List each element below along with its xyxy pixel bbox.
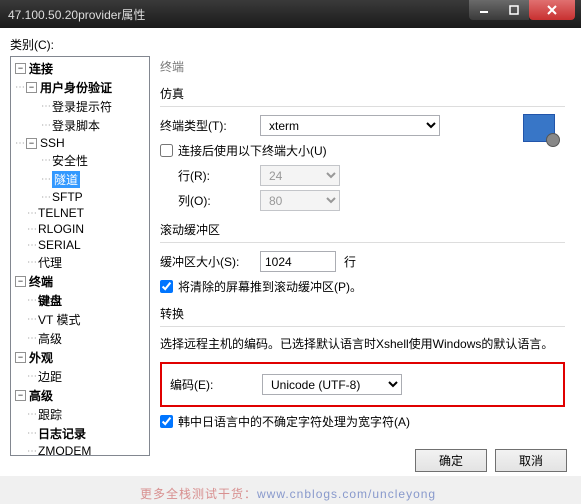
- tree-proxy[interactable]: ⋯代理: [11, 253, 149, 272]
- category-tree[interactable]: −连接 ⋯−用户身份验证 ⋯登录提示符 ⋯登录脚本 ⋯−SSH ⋯安全性 ⋯隧道…: [10, 56, 150, 456]
- tree-rlogin[interactable]: ⋯RLOGIN: [11, 221, 149, 237]
- buffer-unit: 行: [344, 253, 356, 270]
- tree-vtmode[interactable]: ⋯VT 模式: [11, 310, 149, 329]
- tree-connection[interactable]: −连接: [11, 59, 149, 78]
- divider: [160, 326, 565, 327]
- divider: [160, 242, 565, 243]
- push-clear-label: 将清除的屏幕推到滚动缓冲区(P)。: [178, 278, 362, 295]
- cols-input: 80: [260, 190, 340, 211]
- divider: [160, 106, 565, 107]
- tree-login-prompt[interactable]: ⋯登录提示符: [11, 97, 149, 116]
- tree-appearance[interactable]: −外观: [11, 348, 149, 367]
- cols-label: 列(O):: [160, 192, 260, 209]
- group-scrollback: 滚动缓冲区: [160, 221, 565, 238]
- close-button[interactable]: [529, 0, 575, 20]
- content-panel: 终端 仿真 终端类型(T): xterm 连接后使用以下终端大小(U) 行(R)…: [160, 56, 571, 456]
- watermark-link[interactable]: www.cnblogs.com/uncleyong: [257, 487, 436, 501]
- group-translation: 转换: [160, 305, 565, 322]
- window-buttons: [469, 0, 581, 20]
- cancel-button[interactable]: 取消: [495, 449, 567, 472]
- tree-ssh[interactable]: ⋯−SSH: [11, 135, 149, 151]
- translation-desc: 选择远程主机的编码。已选择默认语言时Xshell使用Windows的默认语言。: [160, 335, 565, 354]
- tree-telnet[interactable]: ⋯TELNET: [11, 205, 149, 221]
- buffer-size-input[interactable]: [260, 251, 336, 272]
- terminal-type-select[interactable]: xterm: [260, 115, 440, 136]
- maximize-button[interactable]: [499, 0, 529, 20]
- category-label: 类别(C):: [10, 36, 571, 53]
- tree-logging[interactable]: ⋯日志记录: [11, 424, 149, 443]
- encoding-select[interactable]: Unicode (UTF-8): [262, 374, 402, 395]
- tree-security[interactable]: ⋯安全性: [11, 151, 149, 170]
- tree-advanced[interactable]: ⋯高级: [11, 329, 149, 348]
- tree-zmodem[interactable]: ⋯ZMODEM: [11, 443, 149, 456]
- tree-margin[interactable]: ⋯边距: [11, 367, 149, 386]
- tree-advanced2[interactable]: −高级: [11, 386, 149, 405]
- tree-auth[interactable]: ⋯−用户身份验证: [11, 78, 149, 97]
- section-terminal-title: 终端: [160, 58, 565, 75]
- watermark: 更多全栈测试干货：www.cnblogs.com/uncleyong: [140, 485, 436, 502]
- push-clear-checkbox[interactable]: [160, 280, 173, 293]
- rows-input: 24: [260, 165, 340, 186]
- cjk-label: 韩中日语言中的不确定字符处理为宽字符(A): [178, 413, 410, 430]
- terminal-icon: [523, 114, 555, 142]
- tree-tunnel[interactable]: ⋯隧道: [11, 170, 149, 189]
- cjk-checkbox[interactable]: [160, 415, 173, 428]
- tree-terminal[interactable]: −终端: [11, 272, 149, 291]
- tree-login-script[interactable]: ⋯登录脚本: [11, 116, 149, 135]
- minimize-button[interactable]: [469, 0, 499, 20]
- encoding-highlight-box: 编码(E): Unicode (UTF-8): [160, 362, 565, 407]
- tree-sftp[interactable]: ⋯SFTP: [11, 189, 149, 205]
- dialog-body: 类别(C): −连接 ⋯−用户身份验证 ⋯登录提示符 ⋯登录脚本 ⋯−SSH ⋯…: [0, 28, 581, 476]
- buffer-size-label: 缓冲区大小(S):: [160, 253, 260, 270]
- use-size-label: 连接后使用以下终端大小(U): [178, 142, 327, 159]
- group-emulation: 仿真: [160, 85, 565, 102]
- ok-button[interactable]: 确定: [415, 449, 487, 472]
- window-titlebar: 47.100.50.20provider属性: [0, 0, 581, 28]
- terminal-type-label: 终端类型(T):: [160, 117, 260, 134]
- rows-label: 行(R):: [160, 167, 260, 184]
- tree-serial[interactable]: ⋯SERIAL: [11, 237, 149, 253]
- use-size-checkbox[interactable]: [160, 144, 173, 157]
- tree-keyboard[interactable]: ⋯键盘: [11, 291, 149, 310]
- encoding-label: 编码(E):: [170, 376, 262, 393]
- dialog-buttons: 确定 取消: [415, 449, 567, 472]
- tree-trace[interactable]: ⋯跟踪: [11, 405, 149, 424]
